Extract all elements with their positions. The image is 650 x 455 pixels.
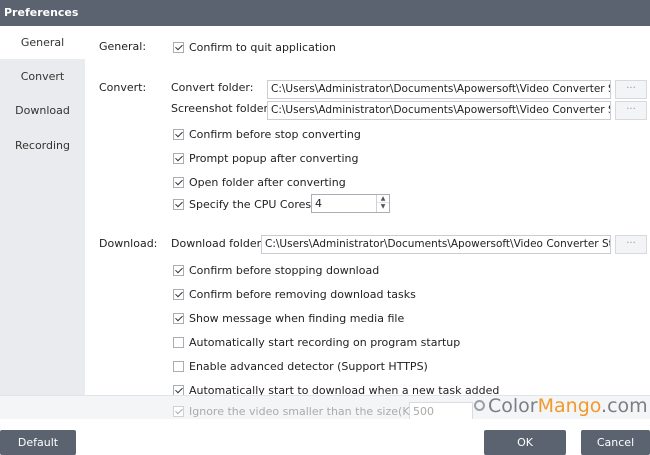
confirm-quit-option[interactable]: Confirm to quit application [173, 39, 336, 55]
confirm-quit-checkbox[interactable] [173, 41, 184, 53]
screenshot-folder-browse-button[interactable]: ··· [615, 101, 647, 120]
confirm-stopping-download-option[interactable]: Confirm before stopping download [173, 262, 379, 278]
general-section-label: General: [99, 40, 147, 53]
watermark-part2: Mango [537, 395, 602, 417]
ignore-small-video-label: Ignore the video smaller than the size(K… [189, 404, 426, 418]
dialog-footer: Default OK Cancel [0, 419, 650, 455]
confirm-stopping-download-label: Confirm before stopping download [189, 263, 380, 277]
advanced-detector-option[interactable]: Enable advanced detector (Support HTTPS) [173, 358, 428, 374]
sidebar-item-convert[interactable]: Convert [0, 60, 85, 93]
window-title: Preferences [4, 6, 79, 19]
auto-record-option[interactable]: Automatically start recording on program… [173, 334, 460, 350]
convert-folder-browse-button[interactable]: ··· [615, 80, 647, 99]
advanced-detector-checkbox[interactable] [173, 360, 184, 372]
download-folder-label: Download folder: [171, 237, 265, 250]
stepper-down-icon[interactable]: ▼ [377, 203, 389, 211]
download-folder-browse-button[interactable]: ··· [615, 235, 647, 254]
cpu-cores-arrows: ▲ ▼ [376, 195, 389, 212]
cpu-cores-checkbox[interactable] [173, 198, 184, 210]
confirm-removing-tasks-label: Confirm before removing download tasks [189, 287, 416, 301]
watermark-part1: Color [488, 395, 538, 417]
auto-record-checkbox[interactable] [173, 336, 184, 348]
confirm-removing-tasks-checkbox[interactable] [173, 288, 184, 300]
screenshot-folder-label: Screenshot folder: [171, 102, 272, 115]
confirm-removing-tasks-option[interactable]: Confirm before removing download tasks [173, 286, 416, 302]
advanced-detector-label: Enable advanced detector (Support HTTPS) [189, 359, 428, 373]
ignore-size-value: 500 [413, 405, 434, 418]
sidebar-item-recording[interactable]: Recording [0, 129, 85, 162]
confirm-stop-converting-checkbox[interactable] [173, 128, 184, 140]
ignore-small-video-option[interactable]: Ignore the video smaller than the size(K… [173, 403, 425, 419]
download-folder-input[interactable]: C:\Users\Administrator\Documents\Apowers… [261, 235, 611, 254]
open-folder-option[interactable]: Open folder after converting [173, 174, 346, 190]
prompt-popup-checkbox[interactable] [173, 152, 184, 164]
prompt-popup-option[interactable]: Prompt popup after converting [173, 150, 359, 166]
cpu-cores-stepper[interactable]: 4 ▲ ▼ [311, 194, 390, 213]
show-message-label: Show message when finding media file [189, 311, 405, 325]
open-folder-checkbox[interactable] [173, 176, 184, 188]
convert-folder-input[interactable]: C:\Users\Administrator\Documents\Apowers… [267, 80, 611, 99]
ok-button[interactable]: OK [484, 430, 566, 455]
ignore-small-video-checkbox[interactable] [173, 405, 184, 417]
auto-download-checkbox[interactable] [173, 384, 184, 396]
cpu-cores-label: Specify the CPU Cores: [189, 197, 315, 211]
sidebar-item-download[interactable]: Download [0, 94, 85, 127]
watermark-part3: .com [601, 395, 648, 417]
default-button[interactable]: Default [0, 430, 76, 455]
confirm-stop-converting-option[interactable]: Confirm before stop converting [173, 126, 361, 142]
cancel-button[interactable]: Cancel [581, 430, 650, 455]
show-message-checkbox[interactable] [173, 312, 184, 324]
prompt-popup-label: Prompt popup after converting [189, 151, 359, 165]
convert-section-label: Convert: [99, 81, 147, 94]
watermark-logo-icon [474, 400, 485, 411]
preferences-content: General: Confirm to quit application Con… [85, 26, 650, 397]
cpu-cores-value: 4 [315, 197, 322, 210]
confirm-quit-label: Confirm to quit application [189, 40, 336, 54]
confirm-stop-converting-label: Confirm before stop converting [189, 127, 361, 141]
screenshot-folder-input[interactable]: C:\Users\Administrator\Documents\Apowers… [267, 101, 611, 120]
download-section-label: Download: [99, 237, 158, 250]
watermark: ColorMango.com [474, 395, 648, 417]
title-bar: Preferences [0, 0, 650, 26]
open-folder-label: Open folder after converting [189, 175, 346, 189]
auto-record-label: Automatically start recording on program… [189, 335, 461, 349]
cpu-cores-option[interactable]: Specify the CPU Cores: [173, 196, 315, 212]
convert-folder-label: Convert folder: [171, 81, 254, 94]
confirm-stopping-download-checkbox[interactable] [173, 264, 184, 276]
sidebar-item-general[interactable]: General [0, 26, 85, 59]
sidebar: General Convert Download Recording [0, 26, 85, 395]
stepper-up-icon[interactable]: ▲ [377, 195, 389, 203]
show-message-option[interactable]: Show message when finding media file [173, 310, 404, 326]
